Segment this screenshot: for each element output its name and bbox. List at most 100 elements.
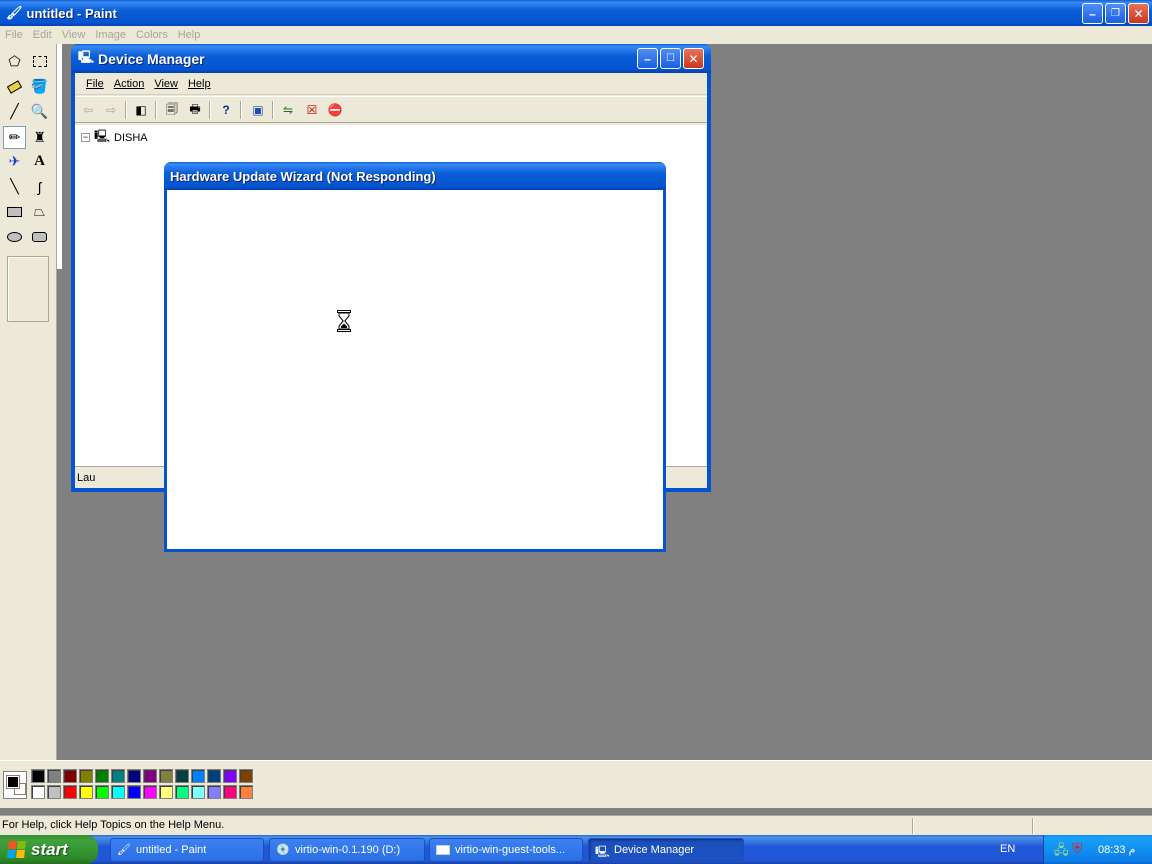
close-icon: ✕ xyxy=(688,51,699,66)
polygon-tool[interactable]: ⏢ xyxy=(28,200,51,223)
scan-hardware-icon: ▣ xyxy=(252,103,264,117)
show-hide-console-tree-button[interactable]: ◧ xyxy=(131,100,151,120)
rectangle-icon xyxy=(7,206,22,217)
print-button[interactable]: 🖶 xyxy=(185,100,205,120)
color-swatch[interactable] xyxy=(79,769,93,783)
color-swatch[interactable] xyxy=(127,785,141,799)
tool-options-box[interactable] xyxy=(7,256,49,322)
color-swatch[interactable] xyxy=(175,769,189,783)
color-swatch[interactable] xyxy=(79,785,93,799)
color-swatch[interactable] xyxy=(239,769,253,783)
color-swatch[interactable] xyxy=(143,769,157,783)
fill-tool[interactable]: 🪣 xyxy=(28,75,51,98)
device-manager-title-bar[interactable]: 🖳 Device Manager – ☐ ✕ xyxy=(71,44,711,73)
color-swatch[interactable] xyxy=(207,769,221,783)
color-swatch[interactable] xyxy=(127,769,141,783)
pick-color-tool[interactable]: ╱ xyxy=(3,100,26,123)
airbrush-tool[interactable]: ✈ xyxy=(3,150,26,173)
rounded-rectangle-tool[interactable] xyxy=(28,225,51,248)
network-tray-icon[interactable]: 🖧 xyxy=(1054,841,1069,863)
properties-button[interactable]: 🗐 xyxy=(162,100,182,120)
forward-button[interactable]: ⇨ xyxy=(101,100,121,120)
restore-button[interactable]: ❐ xyxy=(1105,3,1126,24)
collapse-icon[interactable]: − xyxy=(81,133,90,142)
color-swatch[interactable] xyxy=(111,785,125,799)
start-button[interactable]: start xyxy=(0,835,98,864)
forward-arrow-icon: ⇨ xyxy=(105,103,117,117)
back-arrow-icon: ⇦ xyxy=(82,103,94,117)
color-swatch[interactable] xyxy=(191,785,205,799)
color-swatch[interactable] xyxy=(63,785,77,799)
properties-icon: 🗐 xyxy=(166,101,178,116)
color-swatch[interactable] xyxy=(191,769,205,783)
paint-menu-image[interactable]: Image xyxy=(90,29,131,41)
task-button-device-manager[interactable]: 🖳 Device Manager xyxy=(588,838,744,862)
color-swatch[interactable] xyxy=(63,769,77,783)
language-indicator[interactable]: EN xyxy=(1000,843,1015,855)
toolbar-separator xyxy=(125,101,126,119)
clock[interactable]: 08:33 م xyxy=(1098,843,1135,856)
dm-maximize-button[interactable]: ☐ xyxy=(660,48,681,69)
paint-menu-colors[interactable]: Colors xyxy=(131,29,173,41)
color-swatch[interactable] xyxy=(47,785,61,799)
text-tool[interactable]: A xyxy=(28,150,51,173)
color-swatch[interactable] xyxy=(95,769,109,783)
line-tool[interactable]: ╲ xyxy=(3,175,26,198)
color-swatch[interactable] xyxy=(159,769,173,783)
dm-status-text: Lau xyxy=(77,472,96,484)
select-tool[interactable] xyxy=(28,50,51,73)
paint-title-bar[interactable]: 🖌 untitled - Paint – ❐ ✕ xyxy=(0,0,1152,26)
color-swatch[interactable] xyxy=(159,785,173,799)
cd-drive-icon: 💿 xyxy=(276,844,290,856)
tree-root-node[interactable]: − 🖳 DISHA xyxy=(81,127,148,148)
security-shield-icon[interactable]: ⛨ xyxy=(1072,840,1083,857)
color-swatch[interactable] xyxy=(111,769,125,783)
color-swatch[interactable] xyxy=(175,785,189,799)
color-swatch[interactable] xyxy=(223,769,237,783)
ellipse-tool[interactable] xyxy=(3,225,26,248)
paint-canvas[interactable] xyxy=(57,44,62,269)
paint-menu-view[interactable]: View xyxy=(57,29,91,41)
dm-menu-view[interactable]: View xyxy=(149,78,183,90)
brush-tool[interactable]: ♜ xyxy=(28,126,51,149)
update-driver-button[interactable]: ⇋ xyxy=(278,100,298,120)
task-label: virtio-win-0.1.190 (D:) xyxy=(295,844,401,856)
dm-menu-action[interactable]: Action xyxy=(109,78,150,90)
eraser-tool[interactable] xyxy=(3,75,26,98)
minimize-icon: – xyxy=(644,51,651,66)
dm-close-button[interactable]: ✕ xyxy=(683,48,704,69)
tree-root-label: DISHA xyxy=(114,131,148,144)
free-form-select-tool[interactable]: ⬠ xyxy=(3,50,26,73)
color-swatch[interactable] xyxy=(31,785,45,799)
paint-menu-file[interactable]: File xyxy=(0,29,28,41)
disable-button[interactable]: ⛔ xyxy=(325,100,345,120)
color-swatch[interactable] xyxy=(31,769,45,783)
dm-menu-help[interactable]: Help xyxy=(183,78,216,90)
paint-menu-help[interactable]: Help xyxy=(173,29,206,41)
color-swatch[interactable] xyxy=(143,785,157,799)
color-swatch[interactable] xyxy=(239,785,253,799)
color-swatch[interactable] xyxy=(47,769,61,783)
rectangle-tool[interactable] xyxy=(3,200,26,223)
pencil-tool[interactable]: ✏ xyxy=(3,126,26,149)
task-button-paint[interactable]: 🖌 untitled - Paint xyxy=(110,838,264,862)
minimize-button[interactable]: – xyxy=(1082,3,1103,24)
curve-tool[interactable]: ʃ xyxy=(28,175,51,198)
help-button[interactable]: ? xyxy=(216,100,236,120)
close-button[interactable]: ✕ xyxy=(1128,3,1149,24)
hourglass-cursor-icon xyxy=(337,310,351,332)
eyedropper-icon: ╱ xyxy=(10,103,19,119)
dm-minimize-button[interactable]: – xyxy=(637,48,658,69)
dm-menu-file[interactable]: File xyxy=(81,78,109,90)
task-button-virtio-guest-tools[interactable]: virtio-win-guest-tools... xyxy=(429,838,583,862)
color-swatch[interactable] xyxy=(207,785,221,799)
uninstall-button[interactable]: ☒ xyxy=(302,100,322,120)
magnifier-tool[interactable]: 🔍 xyxy=(28,100,51,123)
task-button-virtio-drive[interactable]: 💿 virtio-win-0.1.190 (D:) xyxy=(269,838,425,862)
back-button[interactable]: ⇦ xyxy=(78,100,98,120)
scan-hardware-button[interactable]: ▣ xyxy=(248,100,268,120)
color-swatch[interactable] xyxy=(95,785,109,799)
hardware-wizard-title-bar[interactable]: Hardware Update Wizard (Not Responding) xyxy=(164,162,666,190)
color-swatch[interactable] xyxy=(223,785,237,799)
paint-menu-edit[interactable]: Edit xyxy=(28,29,57,41)
